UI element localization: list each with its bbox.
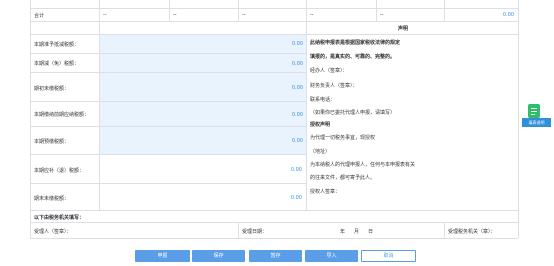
supplement-refund-value: 0.00 xyxy=(290,167,302,173)
declaration-line: 为本纳税人的代理申报人，任何与本申报表有关 xyxy=(310,162,416,168)
reduction-tax-field[interactable]: 0.00 xyxy=(100,54,306,72)
declaration-line: 财务负责人（签章）： xyxy=(310,83,358,89)
row-label-prior-payable: 本期缴纳前期应纳税额： xyxy=(34,112,90,118)
summary-cell: -- xyxy=(310,12,314,18)
row-label-supplement-refund: 本期应补（退）税额： xyxy=(34,168,85,174)
declaration-line: 联系电话： xyxy=(310,97,336,103)
submit-button[interactable]: 申报 xyxy=(135,250,190,262)
deductible-tax-field[interactable]: 0.00 xyxy=(100,35,306,53)
row-label-opening-unpaid: 期初未缴税额： xyxy=(34,86,70,92)
summary-cell: -- xyxy=(173,12,177,18)
declaration-line: （如果你已委托代理人申报，请填写） xyxy=(310,110,396,116)
year-label: 年 xyxy=(340,229,346,235)
row-label-reduction: 本期减（免）税额： xyxy=(34,61,80,67)
row-label-closing-unpaid: 期末未缴税额： xyxy=(34,196,70,202)
row-label-deductible: 本期准予抵减税额： xyxy=(34,42,80,48)
tax-office-title: 以下由税务机关填写： xyxy=(34,215,85,221)
declaration-header: 声明 xyxy=(398,26,409,32)
receiver-label: 受理人（签章）： xyxy=(34,229,72,235)
summary-total: 0.00 xyxy=(502,12,514,18)
prior-payable-field[interactable]: 0.00 xyxy=(100,102,306,126)
declaration-line: 为代理一切税务事宜，现授权 xyxy=(310,135,376,141)
temp-save-button[interactable]: 暂存 xyxy=(249,250,302,262)
declaration-line: 的往来文件，都可寄予此人。 xyxy=(310,175,376,181)
summary-cell: -- xyxy=(103,12,107,18)
declaration-line: （地址） xyxy=(310,149,331,155)
declaration-line: 填报的，是真实的、可靠的、完整的。 xyxy=(310,54,396,60)
import-button[interactable]: 导入 xyxy=(305,250,358,262)
declaration-line: 此纳税申报表是根据国家税收法律的规定 xyxy=(310,40,401,46)
prepaid-tax-field[interactable]: 0.00 xyxy=(100,127,306,154)
declaration-line: 经办人（签章）： xyxy=(310,68,348,74)
summary-cell: -- xyxy=(380,12,384,18)
declaration-line: 授权人签章： xyxy=(310,189,341,195)
form-instructions-label: 填表说明 xyxy=(522,118,551,127)
tax-office-label: 受理税务机关（章）： xyxy=(448,229,496,235)
receive-date-label: 受理日期： xyxy=(242,229,268,235)
day-label: 日 xyxy=(368,229,374,235)
declaration-line: 授权声明 xyxy=(310,122,331,128)
opening-unpaid-field[interactable]: 0.00 xyxy=(100,73,306,101)
save-button[interactable]: 保存 xyxy=(192,250,245,262)
form-instructions-widget[interactable]: 填表说明 xyxy=(522,104,551,128)
summary-label: 合计 xyxy=(34,13,45,19)
cancel-button[interactable]: 取消 xyxy=(361,250,416,262)
month-label: 月 xyxy=(354,229,360,235)
document-icon xyxy=(528,104,540,118)
summary-cell: -- xyxy=(242,12,246,18)
row-label-prepaid: 本期预缴税额： xyxy=(34,139,70,145)
closing-unpaid-value: 0.00 xyxy=(290,195,302,201)
